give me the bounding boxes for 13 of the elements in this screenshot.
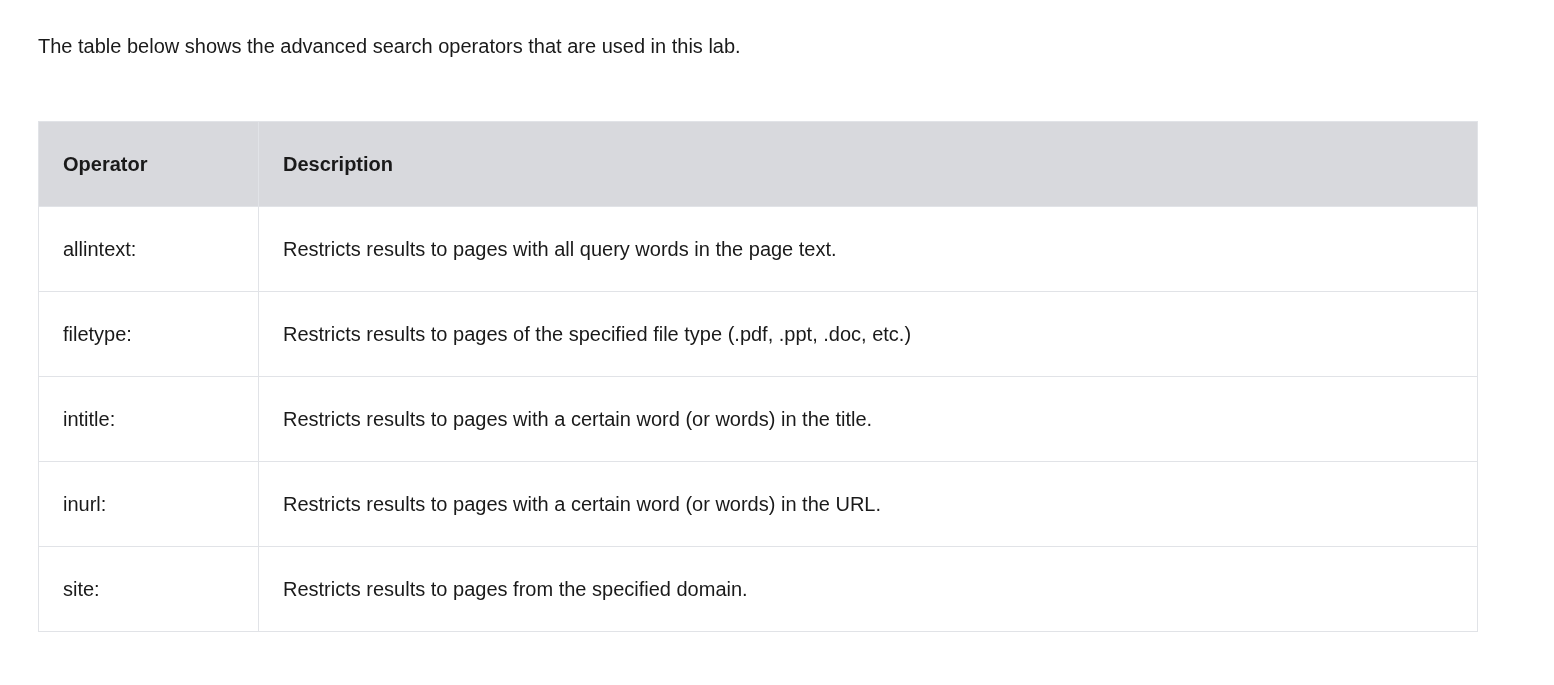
table-cell: filetype: [38, 291, 259, 377]
table-cell: Restricts results to pages with a certain word (or words) in the title. [258, 376, 1478, 462]
table-cell: Restricts results to pages from the specified domain. [258, 546, 1478, 632]
table-cell: intitle: [38, 376, 259, 462]
table-cell: Restricts results to pages with all query words in the page text. [258, 206, 1478, 292]
column-header: Operator [38, 121, 259, 207]
table-cell: inurl: [38, 461, 259, 547]
table-cell: site: [38, 546, 259, 632]
table-cell: allintext: [38, 206, 259, 292]
column-header: Description [258, 121, 1478, 207]
intro-text: The table below shows the advanced search operators that are used in this lab. [38, 34, 742, 59]
table-cell: Restricts results to pages with a certain word (or words) in the URL. [258, 461, 1478, 547]
table-cell: Restricts results to pages of the specified file type (.pdf, .ppt, .doc, etc.) [258, 291, 1478, 377]
